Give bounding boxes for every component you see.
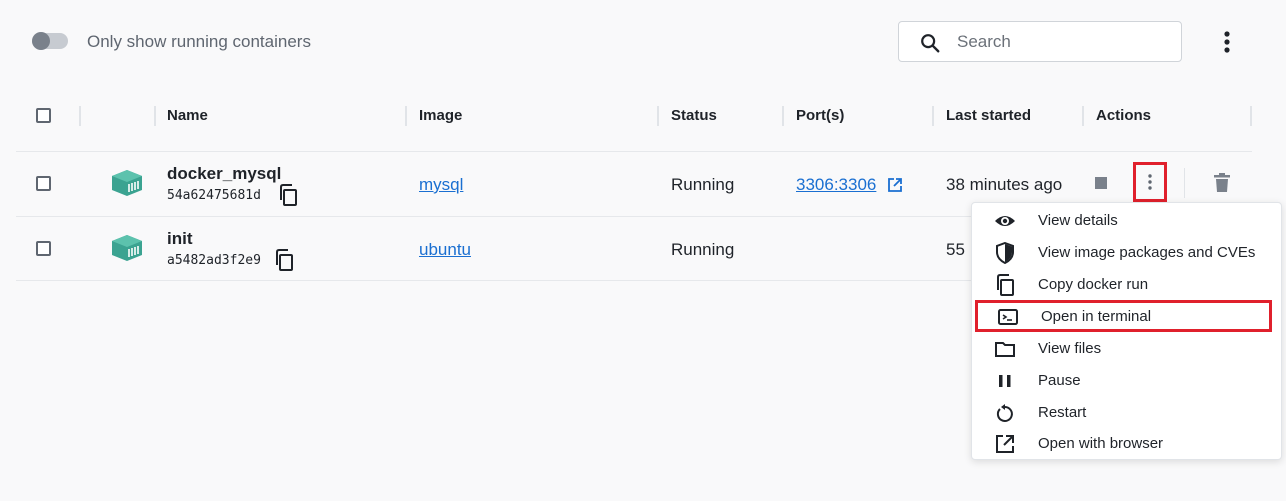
- menu-item-label: View files: [1038, 340, 1102, 357]
- row-checkbox[interactable]: [36, 176, 51, 191]
- menu-item-label: View details: [1038, 212, 1118, 229]
- terminal-icon: [998, 309, 1018, 325]
- action-divider: [1184, 168, 1185, 198]
- container-name[interactable]: init: [167, 229, 193, 249]
- column-divider: [782, 106, 784, 126]
- menu-item-label: Pause: [1038, 372, 1081, 389]
- menu-item-restart[interactable]: Restart: [972, 396, 1283, 428]
- trash-icon[interactable]: [1213, 173, 1231, 193]
- column-divider: [657, 106, 659, 126]
- menu-item-pause[interactable]: Pause: [972, 364, 1283, 396]
- folder-icon: [995, 342, 1015, 357]
- menu-item-view-details[interactable]: View details: [972, 204, 1283, 236]
- port-link[interactable]: 3306:3306: [796, 175, 876, 195]
- column-header-status[interactable]: Status: [671, 100, 717, 132]
- menu-item-copy-docker-run[interactable]: Copy docker run: [972, 268, 1283, 300]
- copy-icon: [997, 274, 1014, 296]
- status-text: Running: [671, 240, 735, 259]
- table-header: Name Image Status Port(s) Last started A…: [16, 100, 1252, 132]
- container-icon: [112, 170, 142, 196]
- container-icon: [112, 235, 142, 261]
- search-box[interactable]: [898, 21, 1182, 62]
- row-checkbox[interactable]: [36, 241, 51, 256]
- last-started-text: 55: [946, 240, 965, 259]
- column-header-image[interactable]: Image: [419, 100, 462, 132]
- copy-icon[interactable]: [274, 249, 294, 271]
- restart-icon: [996, 404, 1013, 422]
- row-actions-button[interactable]: [1133, 162, 1167, 202]
- running-only-toggle-label: Only show running containers: [87, 32, 311, 51]
- menu-item-open-in-terminal[interactable]: Open in terminal: [975, 300, 1272, 332]
- menu-item-view-files[interactable]: View files: [972, 332, 1283, 364]
- menu-item-label: Open with browser: [1038, 435, 1164, 452]
- column-divider: [154, 106, 156, 126]
- more-options-icon[interactable]: [1214, 28, 1240, 56]
- select-all-checkbox[interactable]: [36, 108, 51, 123]
- menu-item-label: Restart: [1038, 404, 1087, 421]
- column-divider: [1082, 106, 1084, 126]
- open-external-icon[interactable]: [887, 177, 903, 193]
- menu-item-view-image-packages[interactable]: View image packages and CVEs: [972, 236, 1283, 268]
- image-link[interactable]: mysql: [419, 175, 463, 195]
- status-text: Running: [671, 175, 735, 194]
- row-actions-menu: View details View image packages and CVE…: [971, 202, 1282, 460]
- search-icon: [921, 34, 940, 53]
- search-input[interactable]: [957, 30, 1157, 54]
- menu-item-open-with-browser[interactable]: Open with browser: [972, 427, 1283, 459]
- column-header-ports[interactable]: Port(s): [796, 100, 844, 132]
- shield-icon: [996, 242, 1014, 264]
- column-header-name[interactable]: Name: [167, 100, 208, 132]
- image-link[interactable]: ubuntu: [419, 240, 471, 260]
- pause-icon: [999, 375, 1011, 387]
- menu-item-label: Copy docker run: [1038, 276, 1149, 293]
- copy-icon[interactable]: [278, 184, 298, 206]
- running-only-toggle[interactable]: [32, 32, 68, 50]
- column-header-actions: Actions: [1096, 107, 1152, 124]
- toggle-knob: [32, 32, 50, 50]
- container-name[interactable]: docker_mysql: [167, 164, 281, 184]
- menu-item-label: View image packages and CVEs: [1038, 244, 1256, 261]
- column-divider: [1250, 106, 1252, 126]
- toolbar: Only show running containers: [0, 0, 1286, 84]
- container-id: a5482ad3f2e9: [167, 253, 261, 268]
- container-id: 54a62475681d: [167, 188, 261, 203]
- more-options-icon: [1148, 174, 1152, 190]
- column-divider: [932, 106, 934, 126]
- column-divider: [405, 106, 407, 126]
- column-divider: [79, 106, 81, 126]
- eye-icon: [995, 216, 1015, 226]
- open-external-icon: [996, 435, 1014, 453]
- last-started-text: 38 minutes ago: [946, 175, 1063, 194]
- column-header-last-started[interactable]: Last started: [946, 100, 1031, 132]
- stop-icon[interactable]: [1094, 176, 1108, 190]
- menu-item-label: Open in terminal: [1041, 308, 1152, 325]
